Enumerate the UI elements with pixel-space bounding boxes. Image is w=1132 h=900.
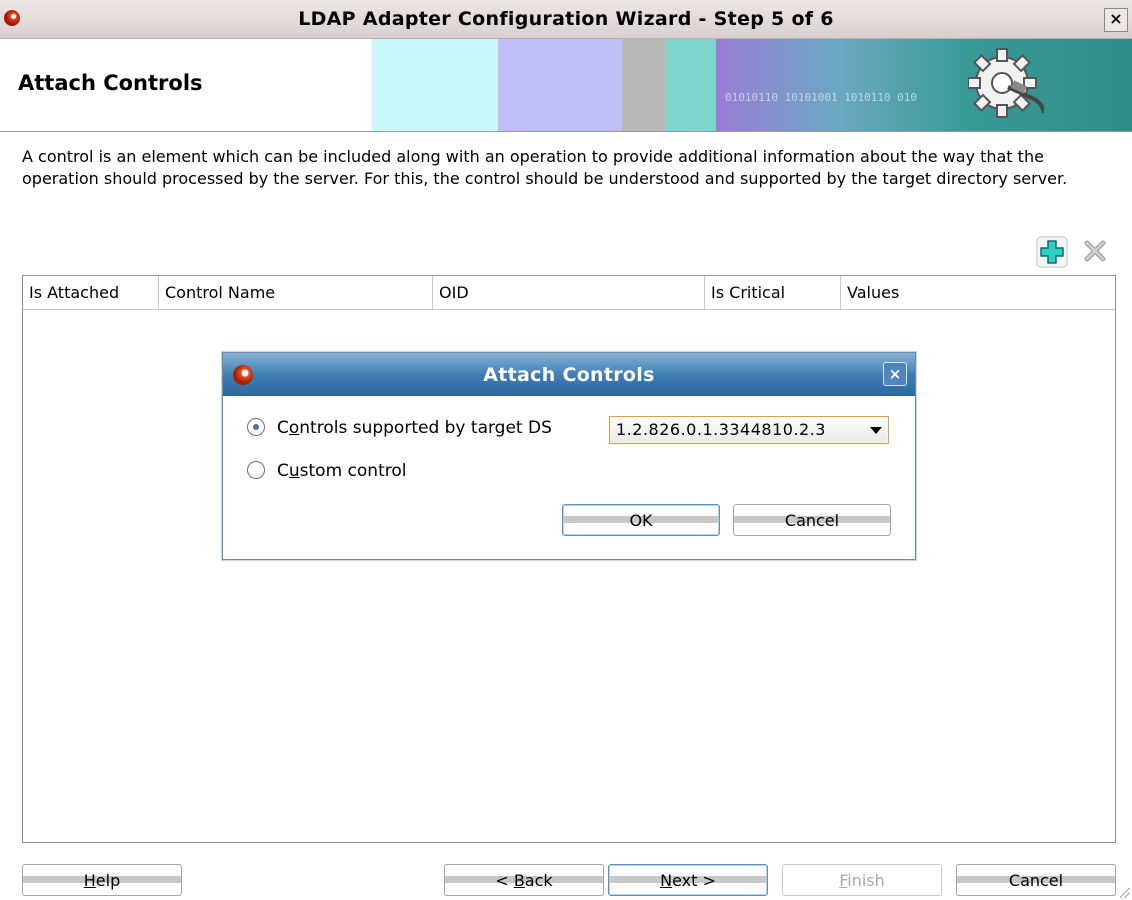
dialog-cancel-button[interactable]: Cancel (733, 504, 891, 536)
dialog-title-bar: Attach Controls × (223, 353, 915, 396)
back-button[interactable]: < Back (444, 864, 604, 896)
banner-segment (622, 39, 666, 131)
finish-button: Finish (782, 864, 942, 896)
step-title: Attach Controls (18, 71, 203, 95)
radio-label-supported: Controls supported by target DS (277, 418, 552, 438)
column-header-is-critical[interactable]: Is Critical (705, 276, 841, 309)
banner-segment (666, 39, 716, 131)
gear-plug-icon (968, 48, 1044, 118)
window-title: LDAP Adapter Configuration Wizard - Step… (298, 8, 834, 30)
dialog-close-button[interactable]: × (883, 362, 907, 386)
resize-grip[interactable] (1120, 888, 1130, 898)
radio-label-custom: Custom control (277, 461, 407, 481)
page-description: A control is an element which can be inc… (22, 147, 1068, 188)
next-button[interactable]: Next > (608, 864, 768, 896)
dialog-title: Attach Controls (483, 364, 655, 386)
column-header-oid[interactable]: OID (433, 276, 705, 309)
column-header-values[interactable]: Values (841, 276, 1113, 309)
delete-x-icon[interactable] (1082, 238, 1108, 264)
help-button[interactable]: Help (22, 864, 182, 896)
radio-button-unselected[interactable] (247, 461, 265, 479)
column-header-control-name[interactable]: Control Name (159, 276, 433, 309)
banner-segment (498, 39, 622, 131)
plus-icon[interactable] (1036, 236, 1068, 268)
dialog-ok-button[interactable]: OK (562, 504, 720, 536)
banner-segment (716, 39, 1132, 131)
wizard-header: Attach Controls 01010110 10101001 101011… (0, 39, 1132, 132)
window-title-bar: LDAP Adapter Configuration Wizard - Step… (0, 0, 1132, 39)
supported-controls-dropdown[interactable]: 1.2.826.0.1.3344810.2.3 (609, 416, 889, 444)
banner-binary-text: 01010110 10101001 1010110 010 (725, 91, 918, 104)
radio-button-selected[interactable] (247, 418, 265, 436)
window-close-button[interactable]: × (1104, 8, 1128, 32)
banner-segment (372, 39, 498, 131)
attach-controls-dialog: Attach Controls × Controls supported by … (222, 352, 916, 560)
cancel-button[interactable]: Cancel (956, 864, 1116, 896)
dropdown-arrow-icon (870, 427, 882, 434)
column-header-is-attached[interactable]: Is Attached (23, 276, 159, 309)
table-header: Is Attached Control Name OID Is Critical… (23, 276, 1115, 310)
dropdown-value: 1.2.826.0.1.3344810.2.3 (616, 420, 826, 439)
